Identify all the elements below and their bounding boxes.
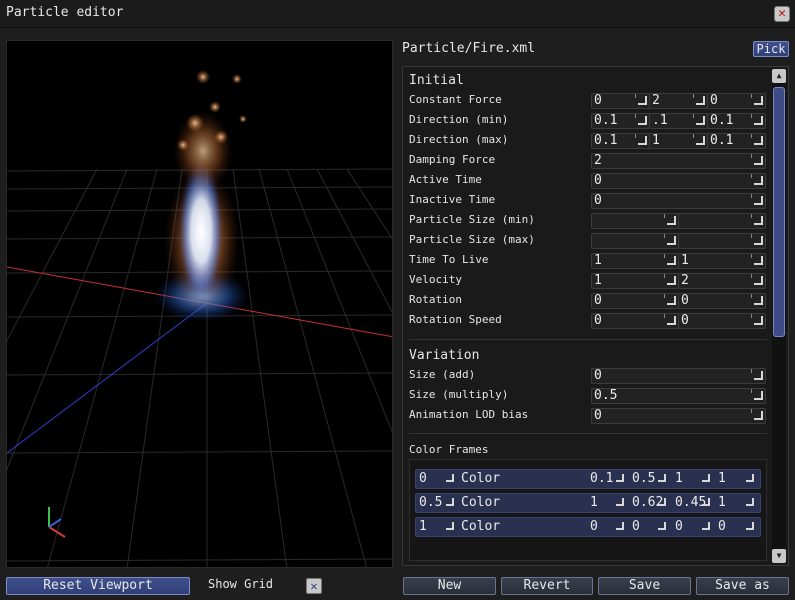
damping-force-label: Damping Force bbox=[409, 153, 496, 166]
color-frame-r[interactable]: 1 bbox=[590, 495, 598, 511]
direction-max-y-field[interactable]: 1 bbox=[649, 133, 708, 149]
velocity-min-field[interactable]: 1 bbox=[591, 273, 679, 289]
constant-force-y-field[interactable]: 2 bbox=[649, 93, 708, 109]
color-frame-g[interactable]: 0.5 bbox=[632, 471, 655, 487]
size-add-label: Size (add) bbox=[409, 368, 476, 381]
color-frame-type: Color bbox=[461, 495, 501, 510]
color-frame-r[interactable]: 0.1 bbox=[590, 471, 613, 487]
color-frame-b[interactable]: 0 bbox=[675, 519, 683, 535]
show-grid-checkbox[interactable]: ✕ bbox=[306, 578, 322, 594]
constant-force-x-field[interactable]: 0 bbox=[591, 93, 650, 109]
particle-size-max-x-field[interactable] bbox=[591, 233, 679, 249]
scroll-thumb[interactable] bbox=[773, 87, 785, 337]
animation-lod-bias-field[interactable]: 0 bbox=[591, 408, 766, 424]
velocity-label: Velocity bbox=[409, 273, 462, 286]
save-as-button[interactable]: Save as bbox=[696, 577, 789, 595]
triangle-up-icon: ▲ bbox=[776, 71, 782, 80]
rotation-label: Rotation bbox=[409, 293, 462, 306]
color-frames-title: Color Frames bbox=[409, 443, 489, 456]
direction-min-z-field[interactable]: 0.1 bbox=[707, 113, 766, 129]
direction-max-label: Direction (max) bbox=[409, 133, 509, 146]
active-time-field[interactable]: 0 bbox=[591, 173, 766, 189]
rotation-speed-min-field[interactable]: 0 bbox=[591, 313, 679, 329]
title-bar: Particle editor ✕ bbox=[0, 0, 795, 28]
particle-viewport[interactable] bbox=[6, 40, 393, 568]
color-frame-r[interactable]: 0 bbox=[590, 519, 598, 535]
show-grid-label: Show Grid bbox=[208, 577, 274, 591]
time-to-live-min-field[interactable]: 1 bbox=[591, 253, 679, 269]
color-frame-row[interactable]: 0.5 Color 1 0.62 0.45 1 bbox=[415, 493, 761, 513]
time-to-live-label: Time To Live bbox=[409, 253, 489, 266]
direction-max-z-field[interactable]: 0.1 bbox=[707, 133, 766, 149]
particle-size-min-x-field[interactable] bbox=[591, 213, 679, 229]
inactive-time-label: Inactive Time bbox=[409, 193, 496, 206]
properties-panel: Initial Constant Force 0 2 0 Direction (… bbox=[402, 66, 789, 566]
color-frame-a[interactable]: 0 bbox=[718, 519, 726, 535]
direction-max-x-field[interactable]: 0.1 bbox=[591, 133, 650, 149]
color-frame-a[interactable]: 1 bbox=[718, 495, 726, 511]
rotation-speed-label: Rotation Speed bbox=[409, 313, 502, 326]
time-to-live-max-field[interactable]: 1 bbox=[678, 253, 766, 269]
direction-min-y-field[interactable]: .1 bbox=[649, 113, 708, 129]
color-frame-time[interactable]: 0 bbox=[419, 471, 427, 487]
active-time-label: Active Time bbox=[409, 173, 482, 186]
color-frame-row[interactable]: 0 Color 0.1 0.5 1 1 bbox=[415, 469, 761, 489]
direction-min-x-field[interactable]: 0.1 bbox=[591, 113, 650, 129]
size-multiply-field[interactable]: 0.5 bbox=[591, 388, 766, 404]
color-frame-g[interactable]: 0 bbox=[632, 519, 640, 535]
rotation-speed-max-field[interactable]: 0 bbox=[678, 313, 766, 329]
viewport-scene bbox=[7, 70, 392, 567]
size-add-field[interactable]: 0 bbox=[591, 368, 766, 384]
rotation-max-field[interactable]: 0 bbox=[678, 293, 766, 309]
new-button[interactable]: New bbox=[403, 577, 496, 595]
scroll-up-button[interactable]: ▲ bbox=[772, 69, 786, 83]
reset-viewport-button[interactable]: Reset Viewport bbox=[6, 577, 190, 595]
direction-min-label: Direction (min) bbox=[409, 113, 509, 126]
pick-button[interactable]: Pick bbox=[753, 41, 789, 57]
inactive-time-field[interactable]: 0 bbox=[591, 193, 766, 209]
triangle-down-icon: ▼ bbox=[776, 551, 782, 560]
color-frame-row[interactable]: 1 Color 0 0 0 0 bbox=[415, 517, 761, 537]
particle-size-min-label: Particle Size (min) bbox=[409, 213, 535, 226]
animation-lod-bias-label: Animation LOD bias bbox=[409, 408, 529, 421]
revert-button[interactable]: Revert bbox=[501, 577, 593, 595]
initial-section-title: Initial bbox=[409, 73, 464, 88]
check-icon: ✕ bbox=[310, 579, 318, 593]
color-frame-a[interactable]: 1 bbox=[718, 471, 726, 487]
particle-size-max-y-field[interactable] bbox=[678, 233, 766, 249]
damping-force-field[interactable]: 2 bbox=[591, 153, 766, 169]
variation-section-title: Variation bbox=[409, 348, 480, 363]
color-frame-type: Color bbox=[461, 519, 501, 534]
constant-force-label: Constant Force bbox=[409, 93, 502, 106]
divider bbox=[409, 339, 767, 340]
window-title: Particle editor bbox=[6, 5, 124, 20]
file-path: Particle/Fire.xml bbox=[402, 41, 536, 56]
constant-force-z-field[interactable]: 0 bbox=[707, 93, 766, 109]
properties-scrollbar[interactable]: ▲ ▼ bbox=[772, 69, 786, 563]
color-frame-time[interactable]: 0.5 bbox=[419, 495, 442, 511]
save-button[interactable]: Save bbox=[598, 577, 691, 595]
particle-size-max-label: Particle Size (max) bbox=[409, 233, 535, 246]
particle-size-min-y-field[interactable] bbox=[678, 213, 766, 229]
size-multiply-label: Size (multiply) bbox=[409, 388, 509, 401]
scroll-down-button[interactable]: ▼ bbox=[772, 549, 786, 563]
z-axis-line bbox=[7, 302, 208, 454]
close-button[interactable]: ✕ bbox=[774, 6, 790, 22]
color-frame-b[interactable]: 1 bbox=[675, 471, 683, 487]
close-icon: ✕ bbox=[778, 6, 786, 21]
color-frame-time[interactable]: 1 bbox=[419, 519, 427, 535]
divider bbox=[409, 433, 767, 434]
velocity-max-field[interactable]: 2 bbox=[678, 273, 766, 289]
color-frame-type: Color bbox=[461, 471, 501, 486]
rotation-min-field[interactable]: 0 bbox=[591, 293, 679, 309]
